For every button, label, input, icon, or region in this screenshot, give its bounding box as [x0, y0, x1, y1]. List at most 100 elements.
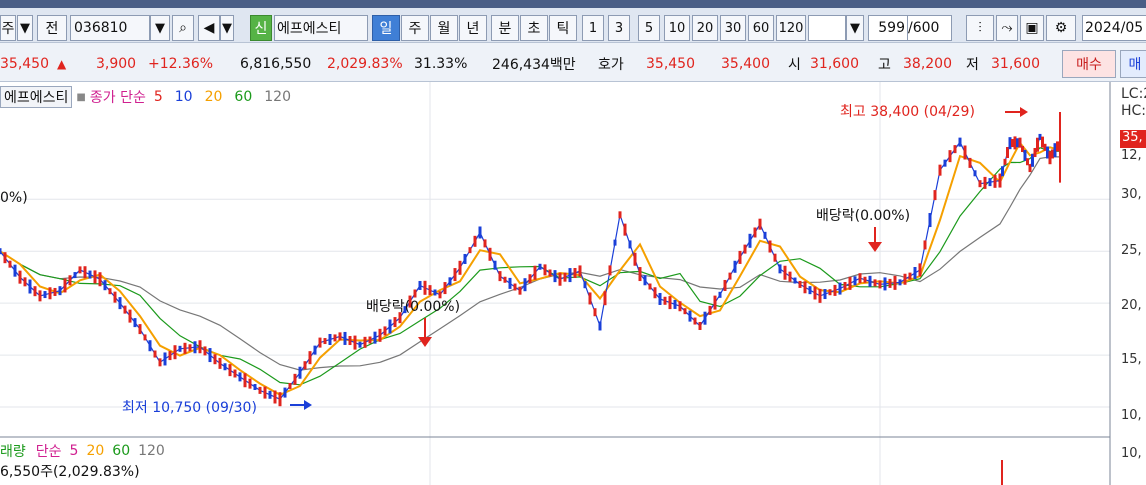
- candle: [528, 274, 532, 284]
- data-count-input[interactable]: 599: [868, 15, 908, 41]
- candle: [873, 279, 877, 287]
- candle: [0, 248, 2, 255]
- legend-ma20[interactable]: 20: [205, 89, 223, 105]
- candle: [8, 260, 12, 268]
- gear-icon[interactable]: ⚙: [1046, 15, 1076, 41]
- buy-button[interactable]: 매수: [1062, 50, 1116, 78]
- candle: [178, 345, 182, 352]
- volume-legend-ma60[interactable]: 60: [112, 443, 130, 459]
- volume: 6,816,550: [240, 56, 312, 72]
- candle: [68, 275, 72, 286]
- volume-legend-ma5[interactable]: 5: [70, 443, 79, 459]
- volume-legend-ma120[interactable]: 120: [138, 443, 165, 459]
- custom-count-input[interactable]: [808, 15, 846, 41]
- candle: [928, 213, 932, 228]
- candle: [378, 328, 382, 342]
- candle: [663, 296, 667, 305]
- speaker-dropdown-icon[interactable]: ▼: [220, 15, 234, 41]
- date-input[interactable]: 2024/05: [1082, 15, 1146, 41]
- legend-type: 종가 단순: [89, 90, 146, 106]
- candle: [523, 278, 527, 292]
- market-dropdown-icon[interactable]: ▼: [17, 15, 33, 41]
- candle: [953, 145, 957, 154]
- period-tab-day[interactable]: 일: [372, 15, 400, 41]
- hc-label: HC:: [1121, 103, 1146, 119]
- period-tab-year[interactable]: 년: [459, 15, 487, 41]
- sell-button[interactable]: 매: [1120, 50, 1146, 78]
- candle: [993, 174, 997, 188]
- candle: [458, 260, 462, 275]
- speaker-icon[interactable]: ◀: [198, 15, 220, 41]
- candle: [238, 372, 242, 382]
- candle: [108, 288, 112, 295]
- count-button-5[interactable]: 5: [638, 15, 660, 41]
- candle: [673, 299, 677, 309]
- ma60-line: [0, 147, 1060, 386]
- candle: [248, 378, 252, 389]
- period-tab-month[interactable]: 월: [430, 15, 458, 41]
- volume-legend-ma20[interactable]: 20: [86, 443, 104, 459]
- count-button-120[interactable]: 120: [776, 15, 806, 41]
- candle: [763, 231, 767, 239]
- candle: [208, 348, 212, 363]
- candle: [608, 265, 612, 276]
- candle: [158, 358, 162, 367]
- candle: [713, 295, 717, 310]
- bid-label: 호가: [598, 57, 624, 73]
- prev-button[interactable]: 전: [37, 15, 67, 41]
- candle: [903, 273, 907, 285]
- period-tab-minute[interactable]: 분: [491, 15, 519, 41]
- legend-ma5[interactable]: 5: [154, 89, 163, 105]
- candle: [193, 341, 197, 354]
- count-button-60[interactable]: 60: [748, 15, 774, 41]
- count-button-20[interactable]: 20: [692, 15, 718, 41]
- legend-ma60[interactable]: 60: [234, 89, 252, 105]
- candle: [728, 272, 732, 280]
- candle: [793, 277, 797, 284]
- legend-ma120[interactable]: 120: [264, 89, 291, 105]
- candle: [938, 164, 942, 176]
- stock-code-input[interactable]: 036810: [70, 15, 150, 41]
- candle: [293, 373, 297, 385]
- count-button-30[interactable]: 30: [720, 15, 746, 41]
- candle: [363, 336, 367, 348]
- save-icon[interactable]: ▣: [1020, 15, 1044, 41]
- candle: [598, 321, 602, 331]
- candle: [433, 289, 437, 296]
- count-button-1[interactable]: 1: [582, 15, 604, 41]
- candle: [233, 369, 237, 378]
- candle: [503, 276, 507, 283]
- candle: [518, 286, 522, 295]
- candle: [803, 281, 807, 294]
- period-tab-second[interactable]: 초: [520, 15, 548, 41]
- candle: [93, 270, 97, 284]
- volume-legend-type: 단순: [35, 444, 62, 460]
- up-arrow-icon: ▲: [57, 57, 67, 71]
- tools-icon[interactable]: ⤳: [996, 15, 1018, 41]
- custom-count-dropdown-icon[interactable]: ▼: [846, 15, 864, 41]
- period-tab-week[interactable]: 주: [401, 15, 429, 41]
- legend-stock-name[interactable]: 에프에스티: [0, 86, 73, 108]
- ask-price: 35,450: [646, 56, 695, 72]
- count-button-10[interactable]: 10: [664, 15, 690, 41]
- candle: [693, 317, 697, 325]
- legend-ma10[interactable]: 10: [175, 89, 193, 105]
- candle: [228, 364, 232, 377]
- candle: [98, 272, 102, 287]
- period-tab-tick[interactable]: 틱: [549, 15, 577, 41]
- candle: [723, 279, 727, 291]
- candle: [683, 308, 687, 315]
- code-dropdown-icon[interactable]: ▼: [150, 15, 170, 41]
- market-select[interactable]: 주: [0, 15, 16, 41]
- candle: [283, 387, 287, 398]
- candle: [38, 290, 42, 302]
- price-chart[interactable]: [0, 82, 1146, 485]
- candle-settings-icon[interactable]: ⫶: [966, 15, 994, 41]
- candle: [678, 301, 682, 312]
- search-icon[interactable]: ⌕: [172, 15, 194, 41]
- count-button-3[interactable]: 3: [608, 15, 630, 41]
- candle: [88, 270, 92, 279]
- open-price: 31,600: [810, 56, 859, 72]
- candle: [218, 357, 222, 369]
- candle: [338, 332, 342, 341]
